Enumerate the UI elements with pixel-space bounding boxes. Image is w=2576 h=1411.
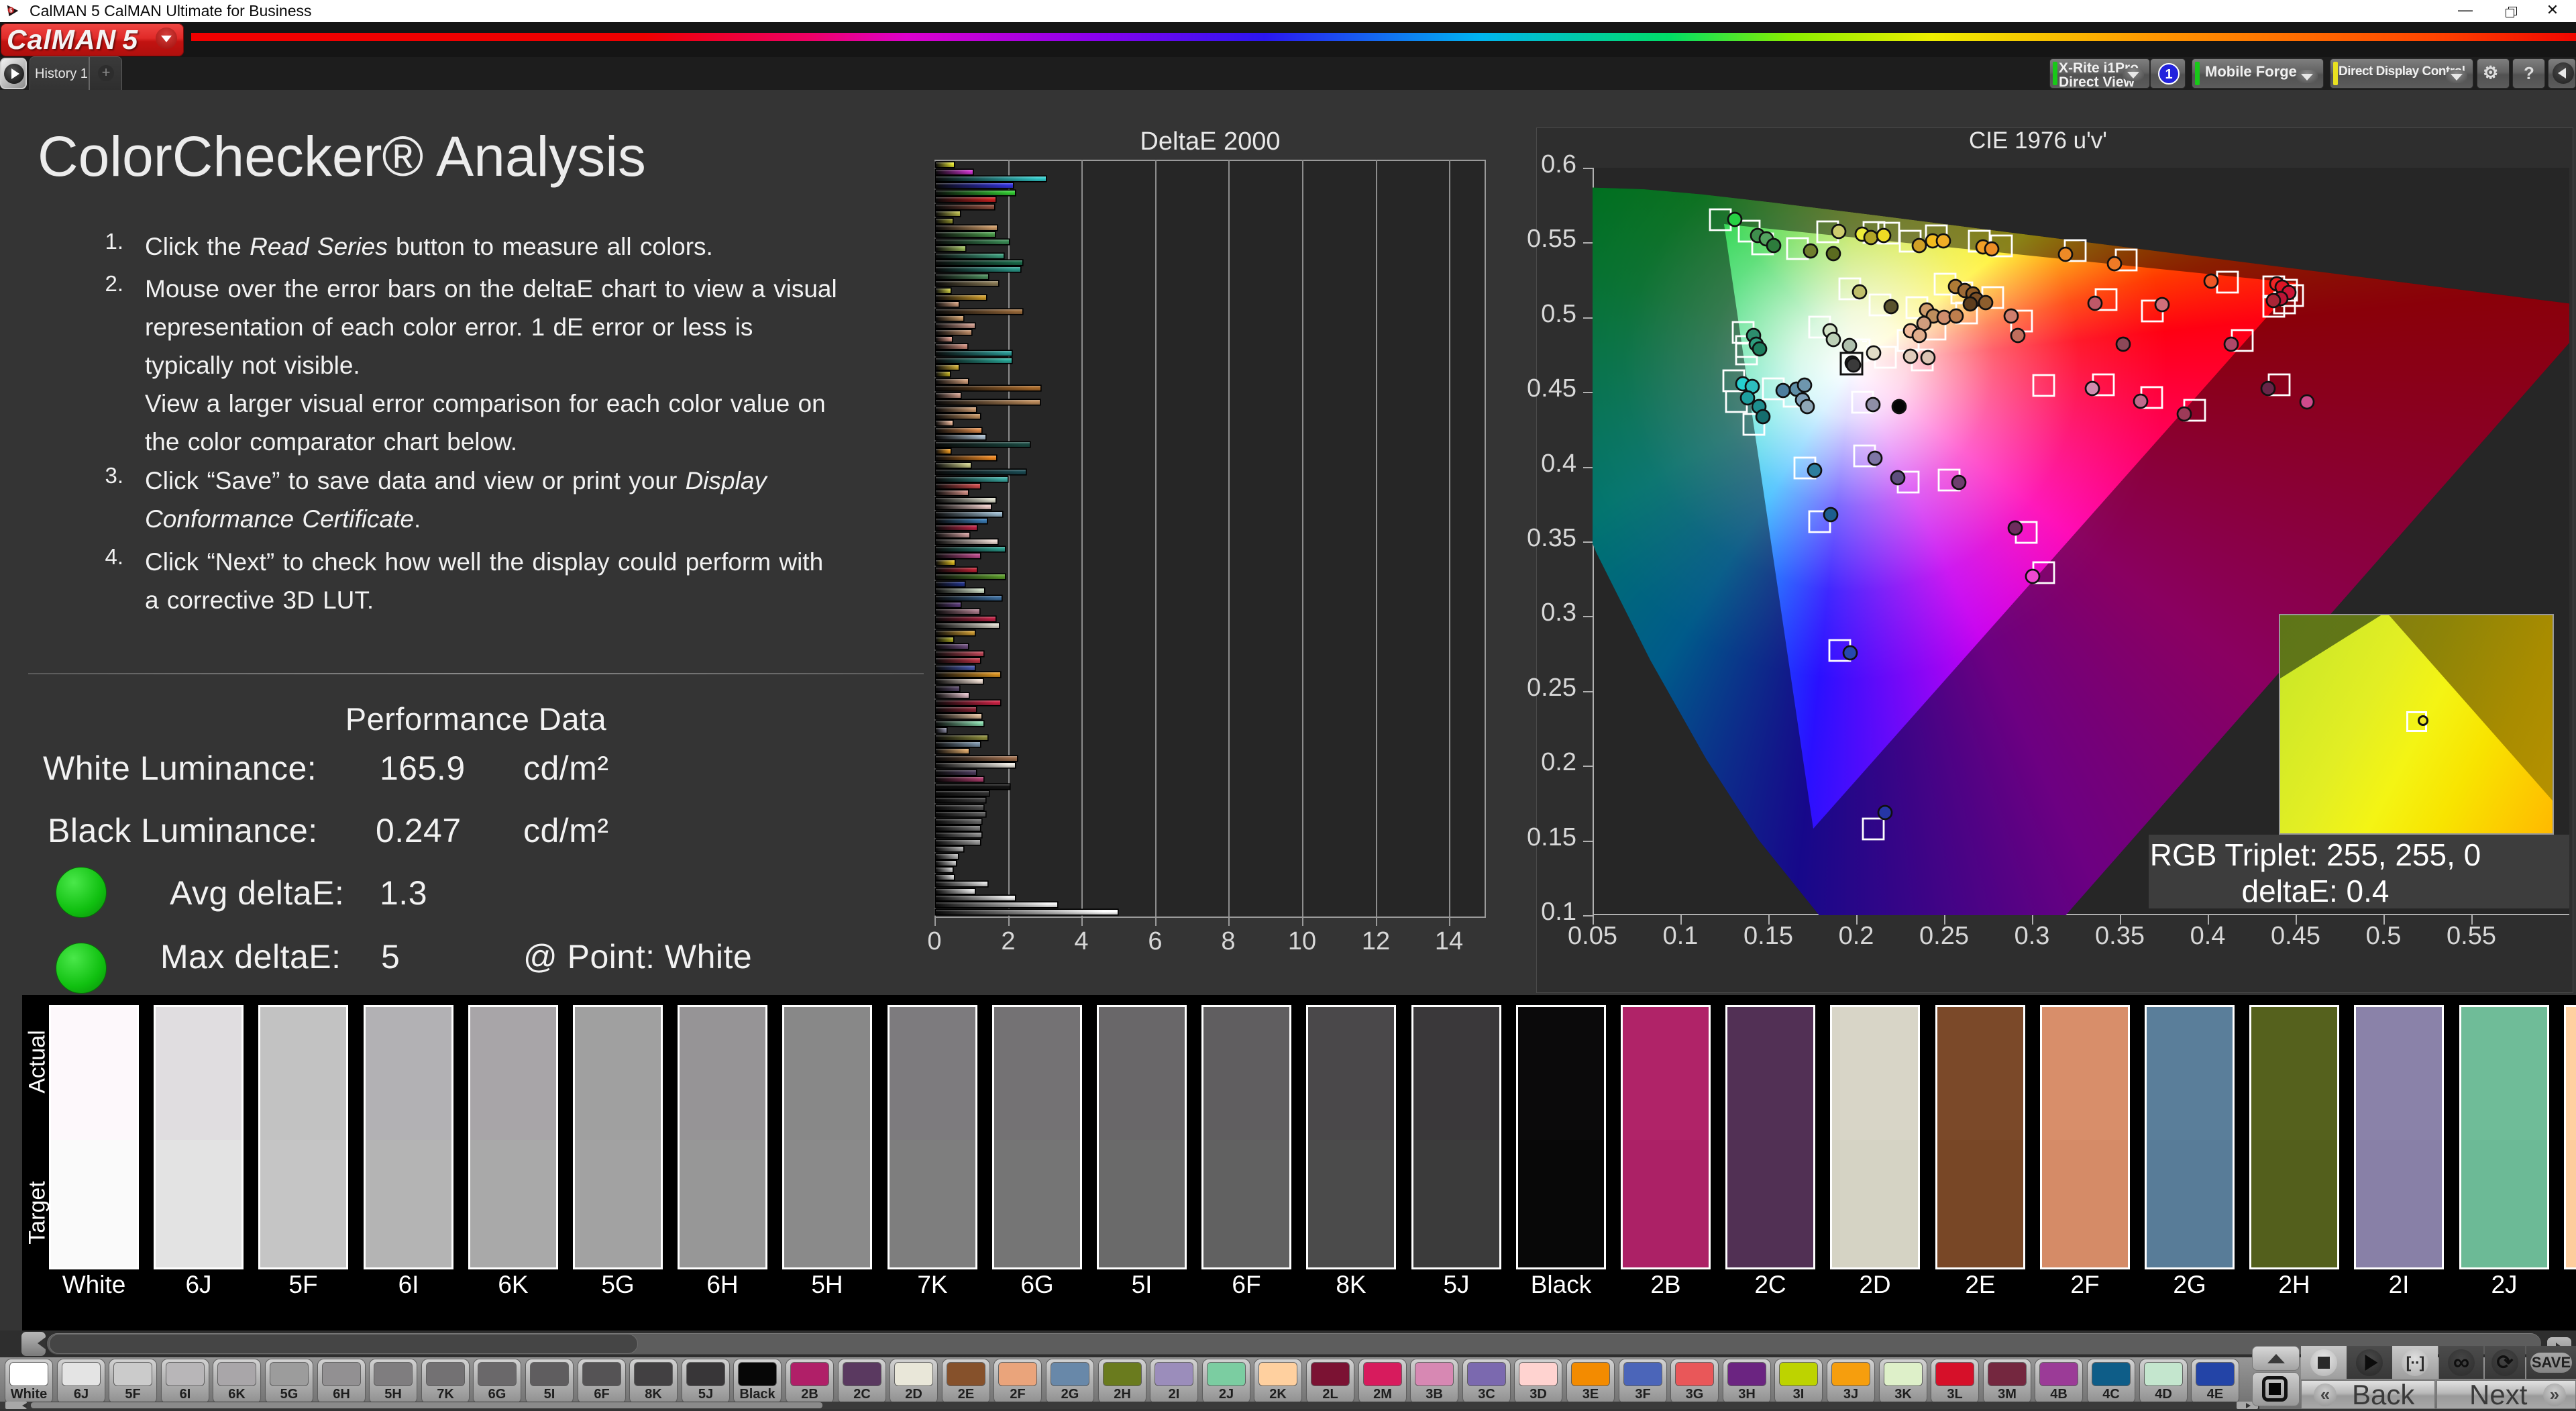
svg-text:5: 5 <box>9 7 13 13</box>
